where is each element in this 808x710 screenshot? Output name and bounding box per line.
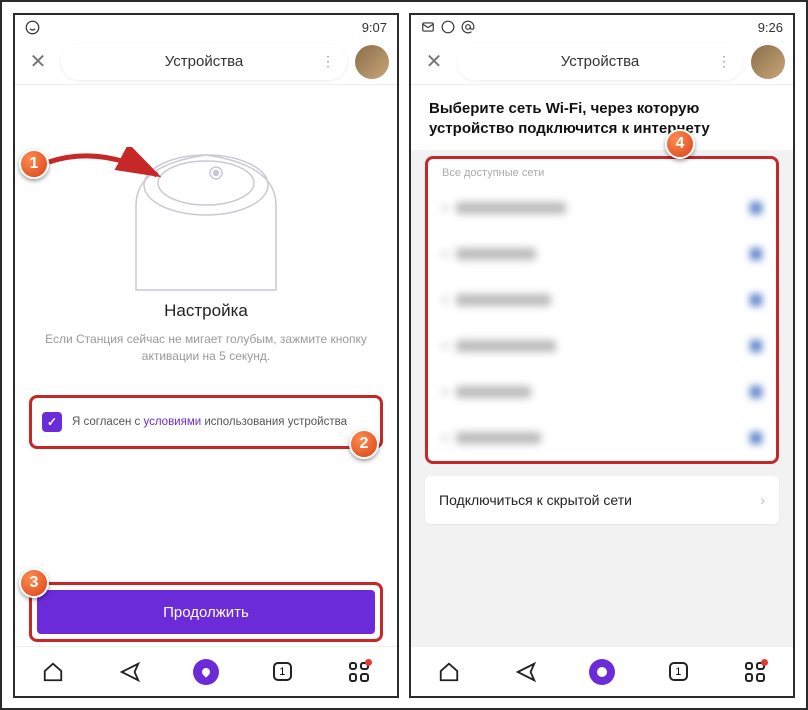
nav-tabs-icon[interactable]: 1: [664, 658, 692, 686]
nav-home-icon[interactable]: [39, 658, 67, 686]
wifi-network-row[interactable]: [428, 323, 776, 369]
nav-alice-icon[interactable]: [192, 658, 220, 686]
arrow-1: [39, 147, 169, 197]
marker-4: 4: [665, 129, 695, 159]
avatar[interactable]: [355, 45, 389, 79]
nav-send-icon[interactable]: [116, 658, 144, 686]
consent-prefix: Я согласен с: [72, 416, 143, 428]
at-icon: [461, 20, 475, 34]
wifi-network-row[interactable]: [428, 185, 776, 231]
bottom-nav: 1: [15, 646, 397, 696]
marker-2: 2: [349, 429, 379, 459]
nav-alice-icon[interactable]: [588, 658, 616, 686]
setup-title: Настройка: [15, 301, 397, 321]
wifi-network-row[interactable]: [428, 369, 776, 415]
header: ✕ Устройства ⋮: [411, 39, 793, 85]
device-illustration: [106, 115, 306, 295]
wifi-network-row[interactable]: [428, 415, 776, 461]
consent-checkbox[interactable]: ✓: [42, 412, 62, 432]
avatar[interactable]: [751, 45, 785, 79]
wifi-prompt-text: Выберите сеть Wi-Fi, через которую устро…: [411, 85, 793, 150]
status-bar: 9:26: [411, 15, 793, 39]
clock: 9:26: [758, 20, 783, 35]
page-title-pill[interactable]: Устройства ⋮: [457, 44, 743, 80]
close-icon[interactable]: ✕: [23, 49, 53, 74]
more-icon[interactable]: ⋮: [321, 53, 335, 70]
wifi-network-row[interactable]: [428, 277, 776, 323]
header: ✕ Устройства ⋮: [15, 39, 397, 85]
wifi-networks-box: Все доступные сети: [425, 156, 779, 464]
nav-home-icon[interactable]: [435, 658, 463, 686]
status-left-icons: [25, 20, 40, 35]
page-title: Устройства: [561, 53, 639, 70]
close-icon[interactable]: ✕: [419, 49, 449, 74]
marker-3: 3: [19, 568, 49, 598]
chevron-right-icon: ›: [760, 492, 765, 508]
consent-text: Я согласен с условиями использования уст…: [72, 416, 347, 428]
nav-tabs-icon[interactable]: 1: [268, 658, 296, 686]
consent-suffix: использования устройства: [201, 416, 347, 428]
whatsapp-icon: [441, 20, 455, 34]
continue-button[interactable]: Продолжить: [37, 590, 375, 634]
more-icon[interactable]: ⋮: [717, 53, 731, 70]
marker-1: 1: [19, 149, 49, 179]
clock: 9:07: [362, 20, 387, 35]
nav-apps-icon[interactable]: [741, 658, 769, 686]
setup-description: Если Станция сейчас не мигает голубым, з…: [15, 321, 397, 365]
nav-send-icon[interactable]: [512, 658, 540, 686]
status-bar: 9:07: [15, 15, 397, 39]
content-area: Настройка Если Станция сейчас не мигает …: [15, 85, 397, 646]
screenshot-pair: 9:07 ✕ Устройства ⋮: [0, 0, 808, 710]
status-left-icons: [421, 20, 475, 34]
continue-highlight: Продолжить: [29, 582, 383, 642]
consent-checkbox-area: ✓ Я согласен с условиями использования у…: [29, 395, 383, 449]
hidden-network-button[interactable]: Подключиться к скрытой сети ›: [425, 476, 779, 524]
wifi-network-row[interactable]: [428, 231, 776, 277]
networks-section-label: Все доступные сети: [428, 165, 776, 185]
phone-right: 9:26 ✕ Устройства ⋮ Выберите сеть Wi-Fi,…: [409, 13, 795, 698]
nav-apps-icon[interactable]: [345, 658, 373, 686]
phone-left: 9:07 ✕ Устройства ⋮: [13, 13, 399, 698]
page-title: Устройства: [165, 53, 243, 70]
whatsapp-icon: [25, 20, 40, 35]
content-area: Выберите сеть Wi-Fi, через которую устро…: [411, 85, 793, 646]
bottom-nav: 1: [411, 646, 793, 696]
terms-link[interactable]: условиями: [143, 416, 201, 428]
page-title-pill[interactable]: Устройства ⋮: [61, 44, 347, 80]
mail-icon: [421, 20, 435, 34]
hidden-network-label: Подключиться к скрытой сети: [439, 492, 632, 508]
